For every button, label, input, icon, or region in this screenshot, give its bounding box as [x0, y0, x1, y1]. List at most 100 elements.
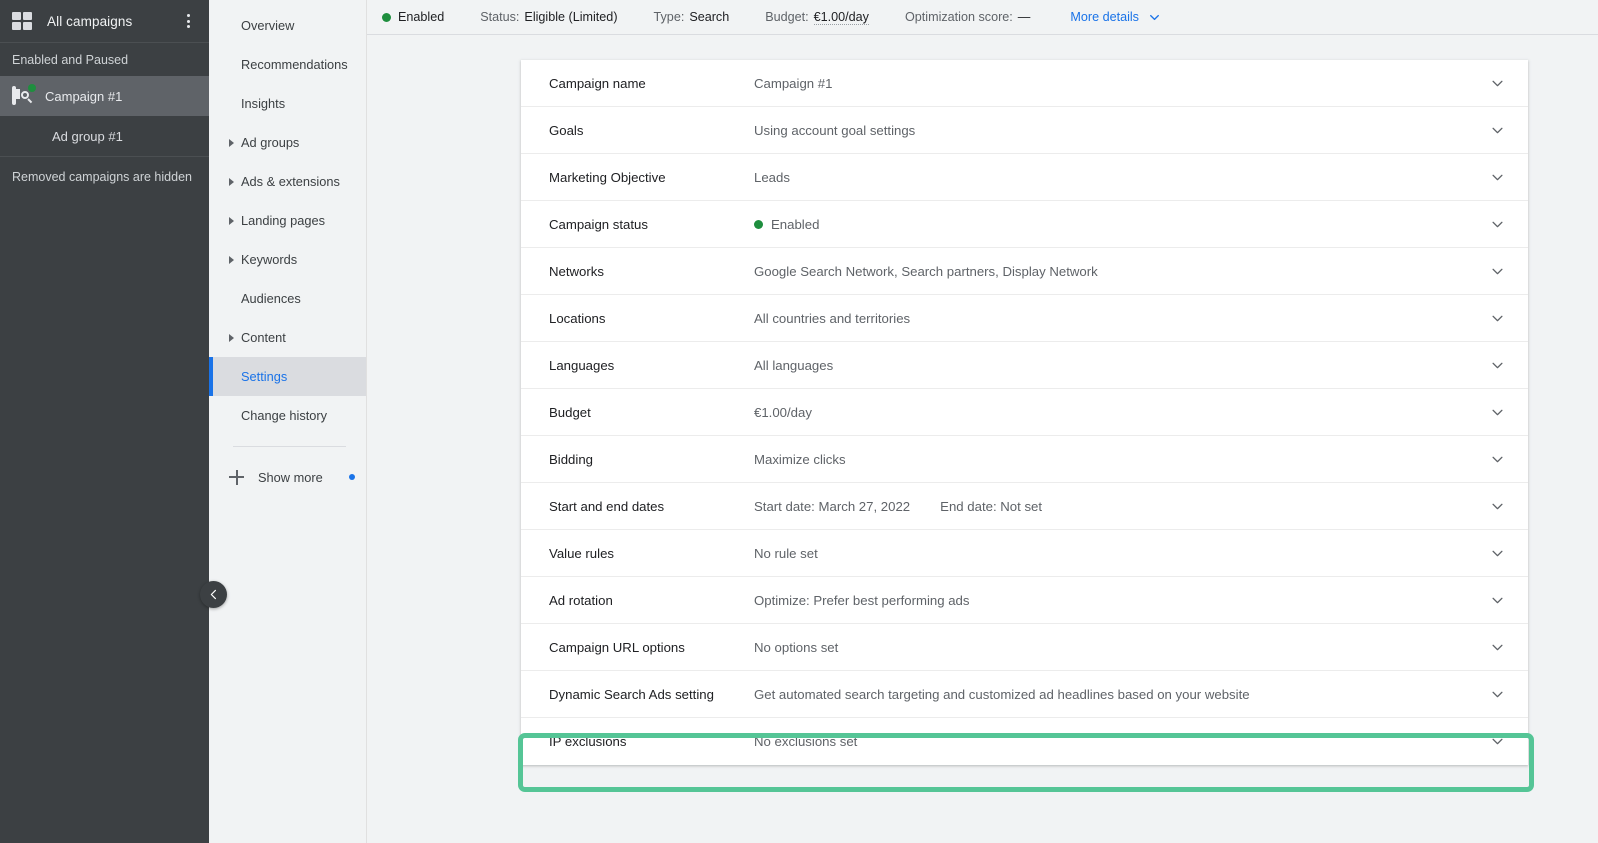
sidebar-item-ad-group-1[interactable]: Ad group #1 [0, 116, 209, 156]
nav-label: Keywords [241, 252, 298, 267]
setting-label: Networks [549, 263, 604, 279]
sidebar-filter-label: Enabled and Paused [12, 52, 129, 67]
setting-value: Maximize clicks [754, 451, 846, 467]
sidebar-item-change-history[interactable]: Change history [209, 396, 366, 435]
expand-row-button[interactable] [1466, 311, 1528, 326]
setting-label: Locations [549, 310, 606, 326]
sidebar-item-recommendations[interactable]: Recommendations [209, 45, 366, 84]
more-vert-icon[interactable] [179, 12, 197, 30]
nav-label: Settings [241, 369, 288, 384]
status-badge: Status: Eligible (Limited) [480, 10, 617, 24]
expand-row-button[interactable] [1466, 499, 1528, 514]
sidebar-item-ads-extensions[interactable]: Ads & extensions [209, 162, 366, 201]
sidebar-collapse-button[interactable] [200, 581, 227, 608]
campaign-state-label: Enabled [398, 10, 445, 24]
expand-row-button[interactable] [1466, 123, 1528, 138]
main-content: Enabled Status: Eligible (Limited) Type:… [367, 0, 1598, 843]
show-more-button[interactable]: Show more [209, 458, 366, 496]
expand-row-button[interactable] [1466, 217, 1528, 232]
campaign-state: Enabled [382, 10, 444, 24]
nav-divider [233, 446, 346, 447]
nav-label: Change history [241, 408, 328, 423]
setting-row-ip-exclusions[interactable]: IP exclusions No exclusions set [521, 718, 1528, 765]
expand-row-button[interactable] [1466, 640, 1528, 655]
sidebar-item-keywords[interactable]: Keywords [209, 240, 366, 279]
sidebar-item-landing-pages[interactable]: Landing pages [209, 201, 366, 240]
type-value: Search [689, 10, 730, 24]
setting-value-start-date: Start date: March 27, 2022 [754, 498, 911, 514]
expand-triangle-icon [229, 255, 234, 264]
setting-label: Goals [549, 122, 584, 138]
expand-row-button[interactable] [1466, 405, 1528, 420]
chevron-down-icon [1491, 315, 1503, 321]
setting-value: No exclusions set [754, 734, 858, 749]
setting-row-goals[interactable]: Goals Using account goal settings [521, 107, 1528, 154]
setting-label: Dynamic Search Ads setting [549, 686, 714, 702]
sidebar-item-campaign-1[interactable]: Campaign #1 [0, 76, 209, 116]
nav-label: Recommendations [241, 57, 348, 72]
expand-row-button[interactable] [1466, 593, 1528, 608]
expand-row-button[interactable] [1466, 734, 1528, 749]
setting-label: Bidding [549, 451, 593, 467]
status-dot-icon [382, 12, 391, 22]
sidebar-item-settings[interactable]: Settings [209, 357, 366, 396]
removed-campaigns-note: Removed campaigns are hidden [12, 170, 192, 184]
more-details-label: More details [1070, 10, 1139, 24]
budget-key: Budget: [765, 10, 809, 24]
nav-label: Overview [241, 18, 295, 33]
setting-value: Google Search Network, Search partners, … [754, 263, 1098, 279]
setting-row-budget[interactable]: Budget €1.00/day [521, 389, 1528, 436]
setting-label: Campaign URL options [549, 639, 685, 655]
campaign-summary-bar: Enabled Status: Eligible (Limited) Type:… [367, 0, 1598, 35]
setting-row-ad-rotation[interactable]: Ad rotation Optimize: Prefer best perfor… [521, 577, 1528, 624]
setting-value-wrapper: Enabled [754, 217, 1466, 232]
chevron-down-icon [1491, 362, 1503, 368]
budget-value[interactable]: €1.00/day [813, 10, 869, 25]
expand-triangle-icon [229, 216, 234, 225]
type-badge: Type: Search [654, 10, 730, 24]
setting-label: Marketing Objective [549, 169, 666, 185]
expand-triangle-icon [229, 177, 234, 186]
setting-label: Start and end dates [549, 498, 665, 514]
expand-row-button[interactable] [1466, 358, 1528, 373]
chevron-down-icon [1491, 644, 1503, 650]
chevron-down-icon [1491, 503, 1503, 509]
more-details-button[interactable]: More details [1070, 10, 1161, 24]
setting-row-languages[interactable]: Languages All languages [521, 342, 1528, 389]
setting-value: All languages [754, 357, 834, 373]
sidebar-item-overview[interactable]: Overview [209, 6, 366, 45]
expand-row-button[interactable] [1466, 170, 1528, 185]
chevron-down-icon [1491, 268, 1503, 274]
chevron-down-icon [1491, 80, 1503, 86]
sidebar-item-audiences[interactable]: Audiences [209, 279, 366, 318]
expand-row-button[interactable] [1466, 264, 1528, 279]
setting-value: Enabled [771, 216, 820, 232]
expand-row-button[interactable] [1466, 687, 1528, 702]
all-campaigns-label[interactable]: All campaigns [47, 14, 179, 29]
setting-row-bidding[interactable]: Bidding Maximize clicks [521, 436, 1528, 483]
setting-row-networks[interactable]: Networks Google Search Network, Search p… [521, 248, 1528, 295]
chevron-down-icon [1491, 174, 1503, 180]
expand-row-button[interactable] [1466, 452, 1528, 467]
expand-triangle-icon [229, 138, 234, 147]
setting-row-marketing-objective[interactable]: Marketing Objective Leads [521, 154, 1528, 201]
apps-grid-icon[interactable] [12, 12, 32, 30]
sidebar-item-insights[interactable]: Insights [209, 84, 366, 123]
sidebar-item-ad-groups[interactable]: Ad groups [209, 123, 366, 162]
expand-row-button[interactable] [1466, 546, 1528, 561]
setting-row-start-end-dates[interactable]: Start and end dates Start date: March 27… [521, 483, 1528, 530]
sidebar-item-content[interactable]: Content [209, 318, 366, 357]
sidebar-header: All campaigns [0, 0, 209, 43]
setting-row-campaign-name[interactable]: Campaign name Campaign #1 [521, 60, 1528, 107]
status-dot-icon [754, 219, 763, 229]
chevron-down-icon [1491, 456, 1503, 462]
setting-row-campaign-status[interactable]: Campaign status Enabled [521, 201, 1528, 248]
setting-value: Campaign #1 [754, 75, 833, 91]
setting-value: Using account goal settings [754, 122, 916, 138]
setting-row-locations[interactable]: Locations All countries and territories [521, 295, 1528, 342]
setting-row-dynamic-search-ads[interactable]: Dynamic Search Ads setting Get automated… [521, 671, 1528, 718]
expand-row-button[interactable] [1466, 76, 1528, 91]
setting-row-campaign-url-options[interactable]: Campaign URL options No options set [521, 624, 1528, 671]
setting-row-value-rules[interactable]: Value rules No rule set [521, 530, 1528, 577]
chevron-down-icon [1491, 738, 1503, 745]
